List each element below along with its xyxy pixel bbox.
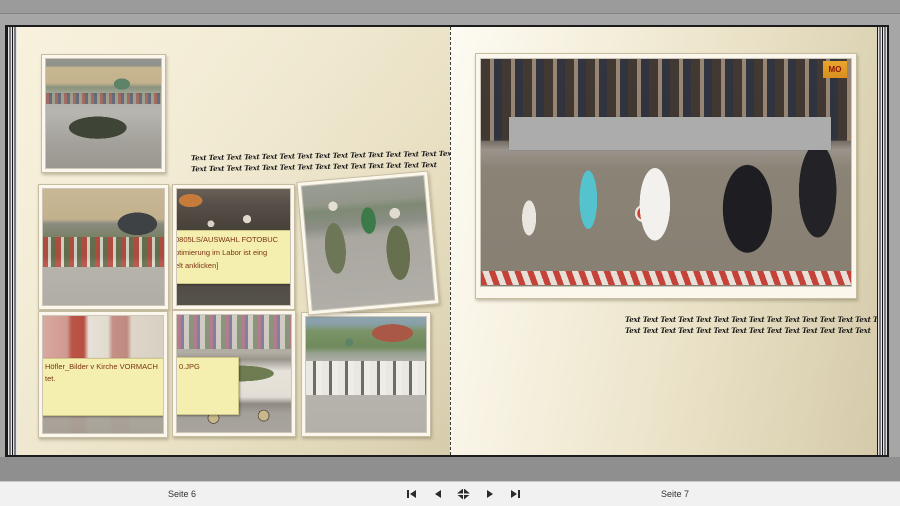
note-line: Höfler_Bilder v Kirche VORMACH — [45, 362, 158, 371]
photo-firefighters-table-image — [42, 188, 165, 306]
photo-wooden-cart[interactable]: 0.JPG — [172, 310, 296, 437]
photo-village-square[interactable] — [41, 54, 166, 173]
last-page-icon — [511, 490, 517, 498]
gray-censor-bar — [509, 117, 831, 150]
note-line: 0.JPG — [179, 362, 200, 371]
photo-men-bending[interactable] — [301, 312, 431, 437]
photobook-preview-window: Text Text Text Text Text Text Text Text … — [0, 0, 900, 506]
shop-sign-overlay: MO — [823, 61, 847, 78]
text-block-right[interactable]: Text Text Text Text Text Text Text Text … — [625, 314, 877, 336]
photo-firefighters-carrying-image — [300, 174, 436, 312]
status-bar: Seite 6 Seite 7 — [0, 481, 900, 506]
photo-street-crowd-image: Höfler_Bilder v Kirche VORMACH tet. — [42, 315, 164, 434]
first-page-icon — [407, 490, 409, 498]
sticky-note-fotobuch[interactable]: 0805LS/AUSWAHL FOTOBUC ptimierung im Lab… — [177, 230, 290, 284]
photo-firefighters-table[interactable] — [38, 184, 169, 310]
text-block-left[interactable]: Text Text Text Text Text Text Text Text … — [191, 148, 450, 175]
page-left[interactable]: Text Text Text Text Text Text Text Text … — [17, 27, 450, 455]
photo-wedding-large-image: MO — [480, 58, 852, 287]
last-page-button[interactable] — [507, 486, 524, 502]
text-line: Text Text Text Text Text Text Text Text … — [625, 315, 877, 324]
overview-button[interactable] — [455, 486, 472, 502]
photo-street-crowd[interactable]: Höfler_Bilder v Kirche VORMACH tet. — [38, 311, 168, 438]
note-line: tet. — [45, 374, 56, 383]
book-spread: Text Text Text Text Text Text Text Text … — [5, 25, 889, 457]
previous-page-icon — [434, 490, 441, 498]
previous-page-button[interactable] — [429, 486, 446, 502]
first-page-button[interactable] — [403, 486, 420, 502]
photo-men-bending-image — [305, 316, 427, 433]
photo-wooden-cart-image: 0.JPG — [176, 314, 292, 433]
page-navigation — [403, 486, 524, 502]
photo-firefighters-carrying[interactable] — [296, 170, 440, 316]
next-page-button[interactable] — [481, 486, 498, 502]
note-line: 0805LS/AUSWAHL FOTOBUC — [177, 235, 279, 244]
page-edge-stack-right — [877, 27, 887, 455]
photo-wedding-large[interactable]: MO — [475, 53, 857, 299]
photo-village-square-image — [45, 58, 162, 169]
note-line: elt anklicken] — [177, 261, 219, 270]
bottom-gray-band — [0, 457, 900, 481]
top-gray-bar — [0, 0, 900, 14]
sticky-note-kirche[interactable]: Höfler_Bilder v Kirche VORMACH tet. — [43, 358, 163, 416]
spine-divider — [450, 27, 451, 455]
text-line: Text Text Text Text Text Text Text Text … — [625, 326, 871, 335]
photo-helmets-dark-image: 0805LS/AUSWAHL FOTOBUC ptimierung im Lab… — [176, 188, 291, 306]
next-page-icon — [486, 490, 493, 498]
page-edge-stack-left — [7, 27, 17, 455]
sticky-note-jpg[interactable]: 0.JPG — [177, 357, 239, 415]
fit-overview-icon — [457, 488, 470, 500]
page-number-right: Seite 7 — [661, 489, 690, 499]
photo-helmets-dark[interactable]: 0805LS/AUSWAHL FOTOBUC ptimierung im Lab… — [172, 184, 295, 310]
note-line: ptimierung im Labor ist eing — [177, 248, 268, 257]
page-number-left: Seite 6 — [168, 489, 197, 499]
page-right[interactable]: MO Text Text Text Text Text Text Text Te… — [450, 27, 877, 455]
